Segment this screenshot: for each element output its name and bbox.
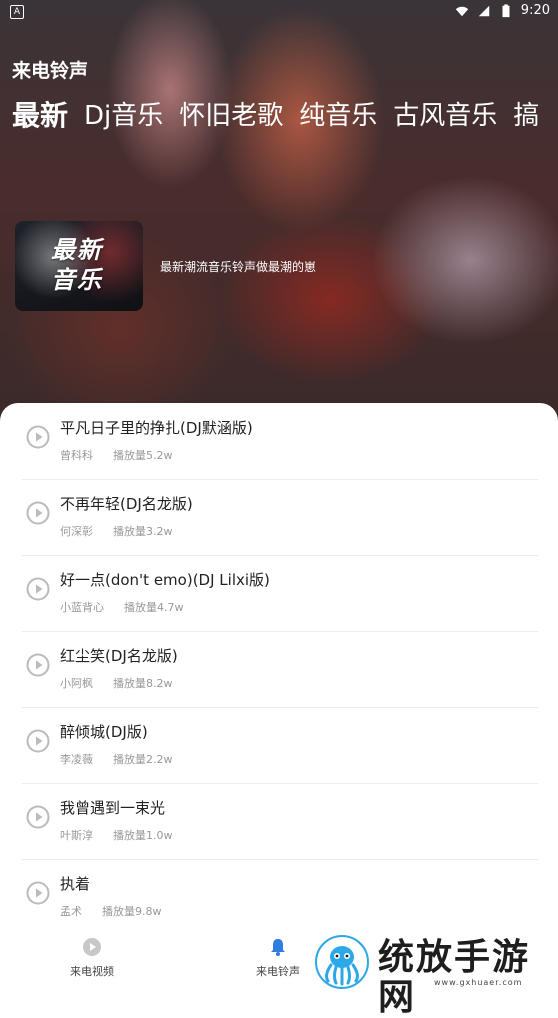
song-title: 平凡日子里的挣扎(DJ默涵版) bbox=[60, 419, 253, 437]
song-title: 不再年轻(DJ名龙版) bbox=[60, 495, 193, 513]
song-item[interactable]: 执着 孟术 播放量9.8w bbox=[22, 859, 538, 933]
song-item[interactable]: 我曾遇到一束光 叶斯淳 播放量1.0w bbox=[22, 783, 538, 860]
song-title: 红尘笑(DJ名龙版) bbox=[60, 647, 178, 665]
song-artist: 叶斯淳 bbox=[60, 829, 93, 842]
song-plays: 播放量8.2w bbox=[113, 677, 173, 690]
tab-funny[interactable]: 搞 bbox=[513, 96, 539, 136]
watermark-url: www.gxhuaer.com bbox=[434, 978, 523, 987]
nav-call-video[interactable]: 来电视频 bbox=[52, 937, 132, 979]
tab-latest[interactable]: 最新 bbox=[12, 96, 68, 136]
tab-ancient-style[interactable]: 古风音乐 bbox=[393, 96, 497, 136]
play-icon[interactable] bbox=[26, 425, 50, 449]
play-icon[interactable] bbox=[26, 653, 50, 677]
song-meta: 李凌薇 播放量2.2w bbox=[60, 751, 173, 767]
category-tabs: 最新 Dj音乐 怀旧老歌 纯音乐 古风音乐 搞 bbox=[12, 96, 539, 136]
song-meta: 曾科科 播放量5.2w bbox=[60, 447, 173, 463]
song-list: 平凡日子里的挣扎(DJ默涵版) 曾科科 播放量5.2w 不再年轻(DJ名龙版) 何… bbox=[0, 403, 558, 933]
notification-icon: A bbox=[10, 5, 24, 19]
nav-label: 来电视频 bbox=[70, 965, 114, 978]
song-item[interactable]: 好一点(don't emo)(DJ Lilxi版) 小蓝背心 播放量4.7w bbox=[22, 555, 538, 632]
signal-icon bbox=[478, 5, 490, 16]
song-title: 好一点(don't emo)(DJ Lilxi版) bbox=[60, 571, 270, 589]
song-plays: 播放量9.8w bbox=[102, 905, 162, 918]
featured-description: 最新潮流音乐铃声做最潮的崽 bbox=[160, 260, 317, 274]
status-time: 9:20 bbox=[520, 3, 550, 18]
song-item[interactable]: 醉倾城(DJ版) 李凌薇 播放量2.2w bbox=[22, 707, 538, 784]
bell-icon bbox=[271, 939, 285, 956]
cover-line-1: 最新 bbox=[51, 236, 103, 264]
battery-icon bbox=[502, 3, 510, 17]
song-item[interactable]: 平凡日子里的挣扎(DJ默涵版) 曾科科 播放量5.2w bbox=[22, 403, 538, 480]
song-artist: 李凌薇 bbox=[60, 753, 93, 766]
nav-label: 来电铃声 bbox=[256, 965, 300, 978]
song-artist: 小蓝背心 bbox=[60, 601, 104, 614]
status-bar: A 9:20 bbox=[0, 0, 558, 24]
play-icon[interactable] bbox=[26, 501, 50, 525]
app-title: 来电铃声 bbox=[12, 60, 89, 82]
wifi-icon bbox=[455, 6, 468, 16]
status-icons: 9:20 bbox=[455, 3, 550, 18]
play-icon[interactable] bbox=[26, 805, 50, 829]
song-item[interactable]: 不再年轻(DJ名龙版) 何深彰 播放量3.2w bbox=[22, 479, 538, 556]
watermark: 统放手游网 www.gxhuaer.com bbox=[312, 932, 558, 1018]
song-plays: 播放量3.2w bbox=[113, 525, 173, 538]
octopus-logo-icon bbox=[315, 935, 369, 989]
nav-ringtone[interactable]: 来电铃声 bbox=[238, 937, 318, 979]
song-meta: 小阿枫 播放量8.2w bbox=[60, 675, 173, 691]
featured-cover[interactable]: 最新 音乐 bbox=[15, 221, 143, 311]
play-icon[interactable] bbox=[26, 729, 50, 753]
song-meta: 何深彰 播放量3.2w bbox=[60, 523, 173, 539]
song-artist: 曾科科 bbox=[60, 449, 93, 462]
tab-oldies[interactable]: 怀旧老歌 bbox=[179, 96, 283, 136]
cover-line-2: 音乐 bbox=[51, 266, 103, 294]
song-plays: 播放量1.0w bbox=[113, 829, 173, 842]
song-artist: 孟术 bbox=[60, 905, 82, 918]
song-title: 醉倾城(DJ版) bbox=[60, 723, 148, 741]
play-icon[interactable] bbox=[26, 881, 50, 905]
song-plays: 播放量4.7w bbox=[124, 601, 184, 614]
song-item[interactable]: 红尘笑(DJ名龙版) 小阿枫 播放量8.2w bbox=[22, 631, 538, 708]
tab-dj-music[interactable]: Dj音乐 bbox=[84, 96, 163, 136]
song-meta: 小蓝背心 播放量4.7w bbox=[60, 599, 184, 615]
song-title: 我曾遇到一束光 bbox=[60, 799, 166, 817]
tab-pure-music[interactable]: 纯音乐 bbox=[299, 96, 377, 136]
song-artist: 小阿枫 bbox=[60, 677, 93, 690]
song-artist: 何深彰 bbox=[60, 525, 93, 538]
featured-cover-text: 最新 音乐 bbox=[51, 235, 103, 295]
play-circle-icon bbox=[83, 938, 101, 956]
play-icon[interactable] bbox=[26, 577, 50, 601]
song-plays: 播放量2.2w bbox=[113, 753, 173, 766]
song-title: 执着 bbox=[60, 875, 91, 893]
song-plays: 播放量5.2w bbox=[113, 449, 173, 462]
song-meta: 孟术 播放量9.8w bbox=[60, 903, 162, 919]
song-meta: 叶斯淳 播放量1.0w bbox=[60, 827, 173, 843]
